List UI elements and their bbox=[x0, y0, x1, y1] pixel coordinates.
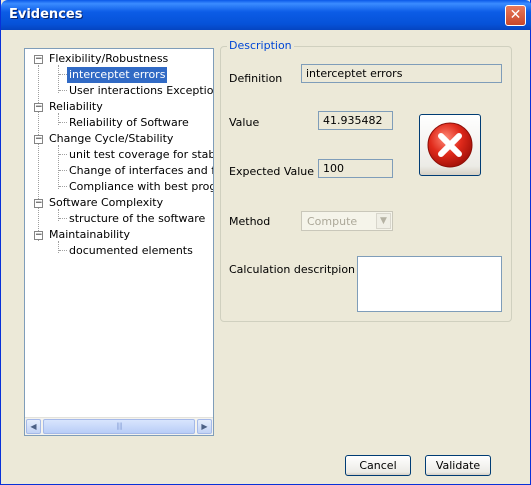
error-x-icon bbox=[427, 122, 473, 168]
scroll-left-button[interactable]: ◀ bbox=[26, 419, 41, 434]
tree-leaf-label: documented elements bbox=[69, 244, 193, 257]
tree-node-label: Flexibility/Robustness bbox=[49, 52, 169, 65]
title-bar: Evidences ✕ bbox=[1, 0, 531, 30]
tree-leaf-label: Compliance with best programming practic… bbox=[69, 180, 213, 193]
tree-leaf-label: interceptet errors bbox=[65, 66, 169, 84]
method-label: Method bbox=[229, 215, 271, 228]
collapse-icon[interactable]: − bbox=[34, 231, 43, 240]
tree-leaf-label: Reliability of Software bbox=[69, 116, 189, 129]
scroll-right-button[interactable]: ▶ bbox=[197, 419, 212, 434]
tree-leaf-label: Change of interfaces and functions bbox=[69, 164, 213, 177]
collapse-icon[interactable]: − bbox=[34, 135, 43, 144]
value-field: 41.935482 bbox=[318, 111, 393, 130]
tree-leaf-label: User interactions Exceptions bbox=[69, 84, 214, 97]
close-button[interactable]: ✕ bbox=[505, 5, 526, 26]
tree-node-label: Change Cycle/Stability bbox=[49, 132, 174, 145]
collapse-icon[interactable]: − bbox=[34, 103, 43, 112]
expected-value-label: Expected Value bbox=[229, 165, 315, 178]
collapse-icon[interactable]: − bbox=[34, 55, 43, 64]
method-select[interactable]: Compute ▼ bbox=[301, 211, 393, 231]
evidence-tree: − Flexibility/Robustness interceptet err… bbox=[24, 48, 214, 436]
calculation-description-label: Calculation descritpion bbox=[229, 263, 356, 276]
tree-node-label: Software Complexity bbox=[49, 196, 164, 209]
expected-value-field: 100 bbox=[318, 159, 393, 178]
scroll-thumb[interactable]: |||| bbox=[43, 419, 195, 434]
collapse-icon[interactable]: − bbox=[34, 199, 43, 208]
tree-leaf-label: unit test coverage for stability bbox=[69, 148, 214, 161]
description-legend: Description bbox=[227, 39, 294, 52]
method-select-value: Compute bbox=[307, 215, 358, 228]
tree-leaf-label: structure of the software bbox=[69, 212, 206, 225]
horizontal-scrollbar[interactable]: ◀ |||| ▶ bbox=[25, 417, 213, 435]
chevron-down-icon[interactable]: ▼ bbox=[376, 213, 391, 229]
cancel-button[interactable]: Cancel bbox=[345, 455, 411, 476]
status-indicator-button[interactable] bbox=[419, 114, 481, 176]
evidences-dialog: Evidences ✕ − Flexibility/Robustness int… bbox=[0, 0, 531, 485]
definition-label: Definition bbox=[229, 72, 283, 85]
tree-node-label: Maintainability bbox=[49, 228, 131, 241]
definition-field: interceptet errors bbox=[301, 64, 502, 83]
tree-node-label: Reliability bbox=[49, 100, 103, 113]
validate-button[interactable]: Validate bbox=[425, 455, 491, 476]
window-title: Evidences bbox=[9, 7, 83, 22]
value-label: Value bbox=[229, 116, 260, 129]
calculation-description-textarea[interactable] bbox=[357, 256, 502, 312]
